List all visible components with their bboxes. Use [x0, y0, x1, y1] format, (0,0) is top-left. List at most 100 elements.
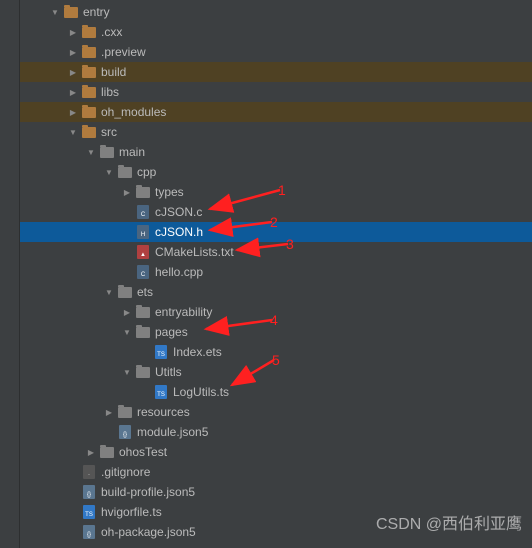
expand-arrow-icon[interactable]: ▼: [122, 368, 132, 377]
tree-folder-oh_modules[interactable]: ▶ oh_modules: [20, 102, 532, 122]
tree-item-label: cpp: [137, 165, 156, 179]
tree-item-label: cJSON.c: [155, 205, 202, 219]
tree-item-label: entryability: [155, 305, 212, 319]
gutter-strip: [0, 0, 20, 548]
tree-folder-build[interactable]: ▶ build: [20, 62, 532, 82]
expand-arrow-icon[interactable]: ▼: [122, 328, 132, 337]
expand-arrow-icon[interactable]: ▶: [68, 108, 78, 117]
tree-item-label: pages: [155, 325, 188, 339]
tree-folder-src[interactable]: ▼ src: [20, 122, 532, 142]
tree-folder-main[interactable]: ▼ main: [20, 142, 532, 162]
folder-icon: [135, 305, 151, 319]
folder-icon: [99, 445, 115, 459]
tree-item-label: module.json5: [137, 425, 208, 439]
tree-item-label: libs: [101, 85, 119, 99]
tree-file-LogUtils.ts[interactable]: ▶TSLogUtils.ts: [20, 382, 532, 402]
file-icon: H: [135, 225, 151, 239]
folder-icon: [81, 105, 97, 119]
tree-file-build-profile.json5[interactable]: ▶{}build-profile.json5: [20, 482, 532, 502]
tree-folder-ets[interactable]: ▼ ets: [20, 282, 532, 302]
tree-file-Index.ets[interactable]: ▶TSIndex.ets: [20, 342, 532, 362]
tree-folder-cpp[interactable]: ▼ cpp: [20, 162, 532, 182]
tree-folder-.cxx[interactable]: ▶ .cxx: [20, 22, 532, 42]
expand-arrow-icon[interactable]: ▶: [68, 28, 78, 37]
file-icon: ▲: [135, 245, 151, 259]
project-tree-panel: ▼ entry ▶ .cxx ▶ .preview ▶ build ▶ libs ▶ oh_modul…: [0, 0, 532, 548]
tree-item-label: cJSON.h: [155, 225, 203, 239]
file-icon: {}: [117, 425, 133, 439]
tree-item-label: oh_modules: [101, 105, 166, 119]
folder-icon: [81, 25, 97, 39]
tree-item-label: LogUtils.ts: [173, 385, 229, 399]
tree-item-label: CMakeLists.txt: [155, 245, 234, 259]
tree-file-cJSON.h[interactable]: ▶HcJSON.h: [20, 222, 532, 242]
expand-arrow-icon[interactable]: ▶: [68, 88, 78, 97]
file-icon: {}: [81, 485, 97, 499]
file-tree[interactable]: ▼ entry ▶ .cxx ▶ .preview ▶ build ▶ libs ▶ oh_modul…: [20, 0, 532, 542]
expand-arrow-icon[interactable]: ▶: [104, 408, 114, 417]
tree-item-label: Utitls: [155, 365, 182, 379]
tree-item-label: .gitignore: [101, 465, 150, 479]
file-icon: TS: [153, 385, 169, 399]
tree-item-label: .cxx: [101, 25, 122, 39]
tree-item-label: build: [101, 65, 126, 79]
tree-file-cJSON.c[interactable]: ▶CcJSON.c: [20, 202, 532, 222]
tree-folder-libs[interactable]: ▶ libs: [20, 82, 532, 102]
file-icon: C: [135, 205, 151, 219]
expand-arrow-icon[interactable]: ▶: [68, 48, 78, 57]
folder-icon: [135, 185, 151, 199]
folder-icon: [135, 325, 151, 339]
file-icon: TS: [153, 345, 169, 359]
file-icon: {}: [81, 525, 97, 539]
folder-icon: [117, 165, 133, 179]
folder-icon: [81, 45, 97, 59]
tree-item-label: resources: [137, 405, 190, 419]
file-icon: ·: [81, 465, 97, 479]
tree-file-hvigorfile.ts[interactable]: ▶TShvigorfile.ts: [20, 502, 532, 522]
folder-icon: [81, 125, 97, 139]
folder-icon: [81, 65, 97, 79]
tree-item-label: build-profile.json5: [101, 485, 195, 499]
expand-arrow-icon[interactable]: ▼: [68, 128, 78, 137]
tree-folder-resources[interactable]: ▶ resources: [20, 402, 532, 422]
tree-file-module.json5[interactable]: ▶{}module.json5: [20, 422, 532, 442]
expand-arrow-icon[interactable]: ▼: [104, 288, 114, 297]
expand-arrow-icon[interactable]: ▶: [86, 448, 96, 457]
tree-file-CMakeLists.txt[interactable]: ▶▲CMakeLists.txt: [20, 242, 532, 262]
folder-icon: [135, 365, 151, 379]
tree-folder-Utitls[interactable]: ▼ Utitls: [20, 362, 532, 382]
tree-folder-.preview[interactable]: ▶ .preview: [20, 42, 532, 62]
tree-item-label: main: [119, 145, 145, 159]
folder-icon: [117, 285, 133, 299]
tree-folder-pages[interactable]: ▼ pages: [20, 322, 532, 342]
tree-item-label: ohosTest: [119, 445, 167, 459]
folder-icon: [99, 145, 115, 159]
file-icon: TS: [81, 505, 97, 519]
tree-item-label: oh-package.json5: [101, 525, 196, 539]
expand-arrow-icon[interactable]: ▶: [122, 308, 132, 317]
file-icon: C: [135, 265, 151, 279]
tree-item-label: ets: [137, 285, 153, 299]
expand-arrow-icon[interactable]: ▼: [86, 148, 96, 157]
tree-item-label: src: [101, 125, 117, 139]
tree-file-oh-package.json5[interactable]: ▶{}oh-package.json5: [20, 522, 532, 542]
folder-icon: [81, 85, 97, 99]
tree-file-hello.cpp[interactable]: ▶Chello.cpp: [20, 262, 532, 282]
tree-item-label: hvigorfile.ts: [101, 505, 162, 519]
tree-item-label: Index.ets: [173, 345, 222, 359]
expand-arrow-icon[interactable]: ▼: [104, 168, 114, 177]
tree-item-label: hello.cpp: [155, 265, 203, 279]
tree-item-label: .preview: [101, 45, 146, 59]
expand-arrow-icon[interactable]: ▶: [68, 68, 78, 77]
tree-folder-types[interactable]: ▶ types: [20, 182, 532, 202]
tree-folder-ohosTest[interactable]: ▶ ohosTest: [20, 442, 532, 462]
tree-item-label: types: [155, 185, 184, 199]
expand-arrow-icon[interactable]: ▶: [122, 188, 132, 197]
tree-folder-entry[interactable]: ▼ entry: [20, 2, 532, 22]
expand-arrow-icon[interactable]: ▼: [50, 8, 60, 17]
folder-icon: [63, 5, 79, 19]
folder-icon: [117, 405, 133, 419]
tree-file-.gitignore[interactable]: ▶·.gitignore: [20, 462, 532, 482]
tree-folder-entryability[interactable]: ▶ entryability: [20, 302, 532, 322]
tree-item-label: entry: [83, 5, 110, 19]
